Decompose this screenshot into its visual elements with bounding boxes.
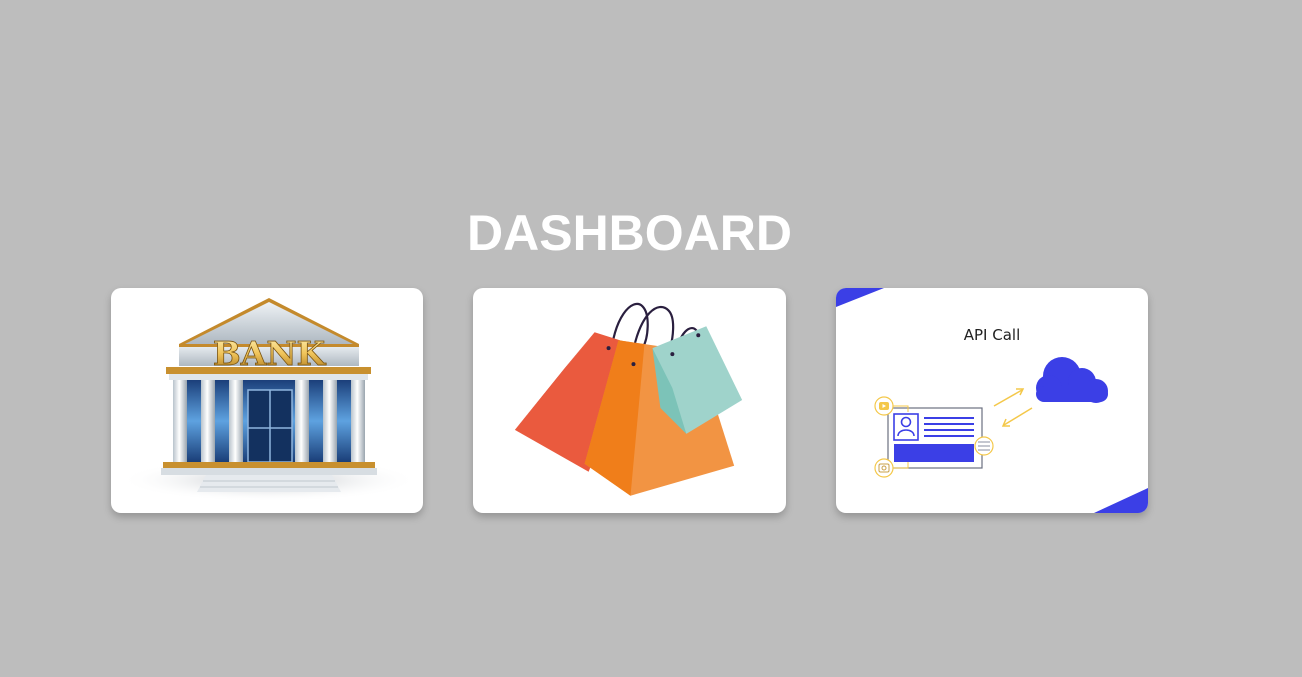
api-call-card[interactable]: API Call [836,288,1148,513]
bank-building-icon: BANK [119,298,419,502]
shopping-card[interactable] [473,288,786,513]
shopping-bags-icon [514,302,743,496]
bank-sign-text: BANK [213,334,327,373]
api-call-caption: API Call [963,326,1021,344]
bank-card[interactable]: BANK [111,288,423,513]
page-title: DASHBOARD [467,205,792,261]
api-cloud-icon [836,288,1148,513]
